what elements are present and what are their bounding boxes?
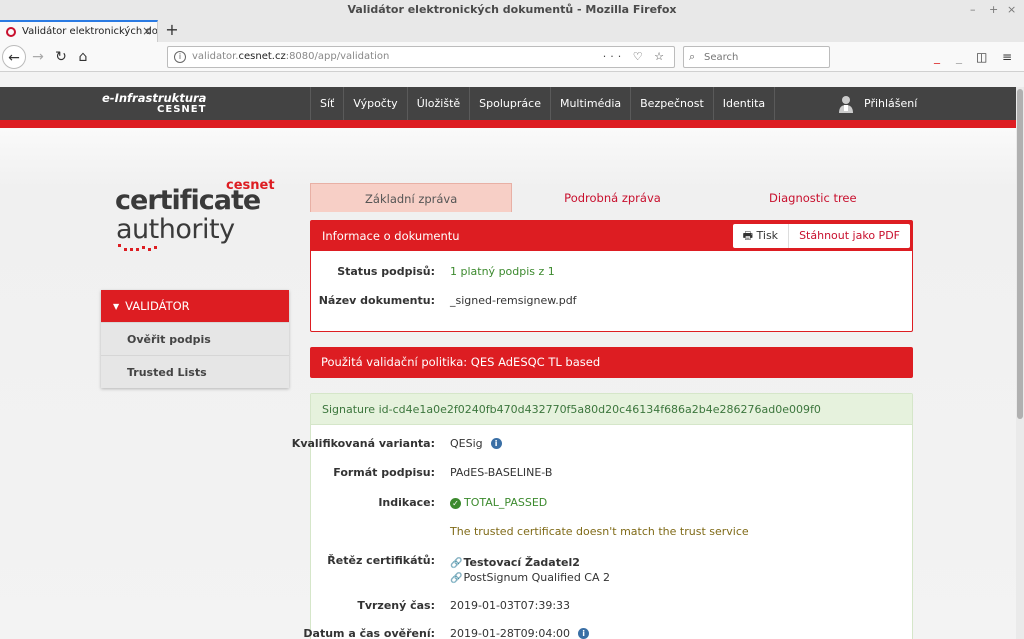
extension-icon[interactable]: _ [934,46,940,68]
search-icon: ⌕ [689,50,696,63]
indication-label: Indikace: [378,496,435,509]
nav-item-identita[interactable]: Identita [712,87,776,120]
bookmark-star-icon: ☆ [654,50,668,63]
info-icon[interactable]: i [578,628,590,639]
extension-icon-2[interactable]: _ [956,46,962,68]
format-value: PAdES-BASELINE-B [450,466,553,479]
minimize-button[interactable]: – [970,0,976,20]
info-icon[interactable]: i [490,438,502,449]
pocket-icon: ♡ [632,50,647,63]
validation-policy-banner: Použitá validační politika: QES AdESQC T… [310,347,913,378]
tab-diagnostic-tree[interactable]: Diagnostic tree [713,183,913,212]
window-title: Validátor elektronických dokumentů - Moz… [0,0,1024,20]
nav-bar: ← → ↻ ⌂ i validator.cesnet.cz:8080/app/v… [0,42,1024,72]
panel-actions: 🖶 Tisk Stáhnout jako PDF [732,224,910,248]
search-bar[interactable]: ⌕ [683,46,830,68]
tab-detailed-report[interactable]: Podrobná zpráva [512,183,712,212]
reload-icon[interactable]: ↻ [49,45,73,69]
header-stripe [0,120,1016,128]
menu-icon[interactable]: ≡ [1002,46,1012,68]
close-window-button[interactable]: × [1007,0,1016,20]
qualification-value: QESig i [450,437,502,450]
tab-bar: Validátor elektronických dokum × + [0,20,1024,42]
page-actions-icons[interactable]: ··· ♡ ☆ [603,47,668,67]
favicon-icon [6,27,16,37]
doc-name-value: _signed-remsignew.pdf [450,294,577,307]
page-scrollbar[interactable] [1016,87,1024,639]
ca-logo-line1: certificate [115,185,261,216]
validation-time-label: Datum a čas ověření: [303,627,435,639]
einfra-logo[interactable]: e-Infrastruktura CESNET [102,92,206,115]
more-actions-icon: ··· [602,50,626,63]
new-tab-button[interactable]: + [162,20,182,42]
trust-warning: The trusted certificate doesn't match th… [450,525,749,538]
login-link[interactable]: Přihlášení [838,87,917,120]
chain-item-ca[interactable]: 🔗PostSignum Qualified CA 2 [450,571,610,584]
format-label: Formát podpisu: [333,466,435,479]
nav-item-multimedia[interactable]: Multimédia [549,87,630,120]
user-icon [839,96,853,113]
caret-down-icon: ▼ [113,302,120,311]
ca-logo-line2: authority [116,214,235,245]
info-icon[interactable]: i [174,51,186,63]
sidebar-header[interactable]: ▼ VALIDÁTOR [101,290,289,322]
report-tabs: Základní zpráva Podrobná zpráva Diagnost… [310,183,913,212]
printer-icon: 🖶 [742,229,754,242]
forward-arrow-icon[interactable]: → [26,45,50,69]
link-icon: 🔗 [450,573,463,584]
sidebar-toggle-icon[interactable]: ◫ [976,46,987,68]
home-icon[interactable]: ⌂ [71,45,95,69]
close-tab-icon[interactable]: × [142,22,152,41]
nav-item-sit[interactable]: Síť [310,87,343,120]
tab-title: Validátor elektronických dokum [22,26,158,37]
download-pdf-button[interactable]: Stáhnout jako PDF [789,224,910,248]
sidebar-item-trusted-lists[interactable]: Trusted Lists [101,355,289,388]
chain-item-signer[interactable]: 🔗Testovací Žadatel2 [450,556,580,569]
link-icon: 🔗 [450,558,463,569]
main-nav: Síť Výpočty Úložiště Spolupráce Multiméd… [310,87,776,120]
doc-name-label: Název dokumentu: [318,294,435,307]
status-value: 1 platný podpis z 1 [450,265,555,278]
nav-item-uloziste[interactable]: Úložiště [406,87,469,120]
url-text: validator.cesnet.cz:8080/app/validation [192,51,390,62]
nav-item-spoluprace[interactable]: Spolupráce [469,87,550,120]
check-circle-icon: ✓ [450,498,461,509]
sidebar: ▼ VALIDÁTOR Ověřit podpis Trusted Lists [101,290,289,388]
nav-item-bezpecnost[interactable]: Bezpečnost [630,87,713,120]
claimed-time-value: 2019-01-03T07:39:33 [450,599,571,612]
tab-basic-report[interactable]: Základní zpráva [310,183,513,212]
back-arrow-icon[interactable]: ← [2,45,26,69]
search-input[interactable] [704,49,824,65]
panel-title: Informace o dokumentu [322,229,460,243]
ca-logo-dots [118,244,157,251]
maximize-button[interactable]: + [989,0,998,20]
validation-time-value: 2019-01-28T09:04:00 i [450,627,590,639]
browser-tab[interactable]: Validátor elektronických dokum × [0,20,158,42]
panel-header: Informace o dokumentu 🖶 Tisk Stáhnout ja… [311,221,912,251]
url-bar[interactable]: i validator.cesnet.cz:8080/app/validatio… [167,46,675,68]
sidebar-item-verify[interactable]: Ověřit podpis [101,322,289,355]
nav-item-vypocty[interactable]: Výpočty [343,87,406,120]
document-info-panel: Informace o dokumentu 🖶 Tisk Stáhnout ja… [310,220,913,332]
chain-label: Řetěz certifikátů: [327,554,435,567]
indication-value: ✓ TOTAL_PASSED [450,496,547,509]
signature-id: Signature id-cd4e1a0e2f0240fb470d432770f… [311,394,912,425]
claimed-time-label: Tvrzený čas: [357,599,435,612]
scrollbar-thumb[interactable] [1017,89,1023,419]
qualification-label: Kvalifikovaná varianta: [291,437,435,450]
signature-panel: Signature id-cd4e1a0e2f0240fb470d432770f… [292,393,913,639]
status-label: Status podpisů: [337,265,435,278]
print-button[interactable]: 🖶 Tisk [733,224,790,248]
